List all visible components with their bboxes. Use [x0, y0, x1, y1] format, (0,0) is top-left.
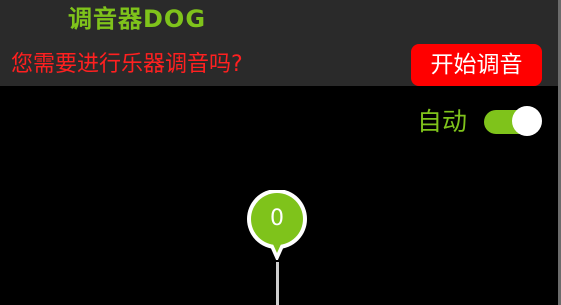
- top-bar: 调音器DOG 您需要进行乐器调音吗? 开始调音: [0, 0, 558, 86]
- toggle-knob: [512, 106, 542, 136]
- start-tuning-button[interactable]: 开始调音: [411, 44, 542, 86]
- tuning-prompt: 您需要进行乐器调音吗?: [11, 52, 243, 77]
- pitch-deviation-value: 0: [270, 206, 284, 231]
- app-logo: 调音器DOG: [68, 5, 207, 33]
- auto-mode-toggle[interactable]: [484, 106, 542, 136]
- tuner-needle: [276, 262, 279, 305]
- auto-mode-label: 自动: [417, 107, 468, 136]
